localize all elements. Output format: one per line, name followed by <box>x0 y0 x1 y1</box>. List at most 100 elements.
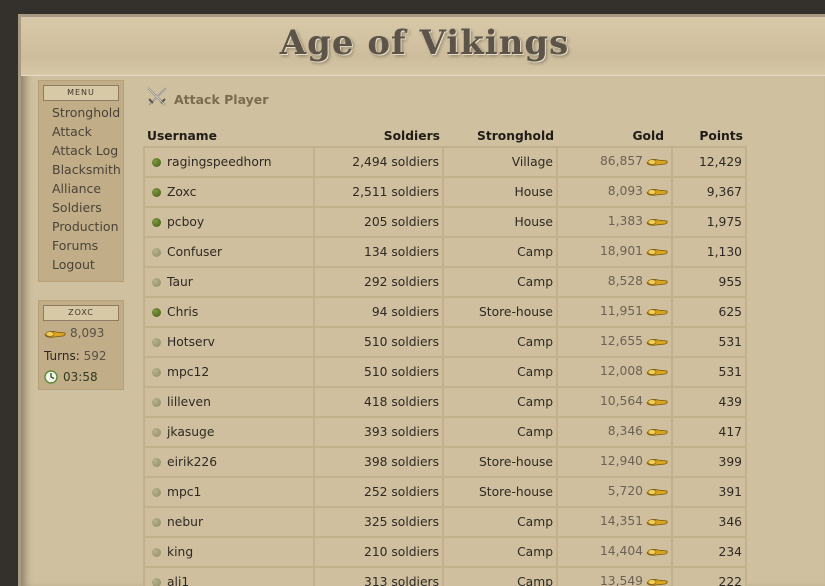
user-time: 03:58 <box>44 367 123 391</box>
table-row: eirik226 398 soldiers Store-house 12,940 399 <box>143 446 747 478</box>
player-cell: mpc1 <box>143 476 315 508</box>
gold-coins-icon <box>646 246 668 260</box>
gold-value: 12,008 <box>599 364 643 378</box>
points-cell: 234 <box>671 536 747 568</box>
menu-item-alliance[interactable]: Alliance <box>52 179 123 198</box>
player-username-link[interactable]: mpc12 <box>167 365 209 379</box>
player-username-link[interactable]: mpc1 <box>167 485 201 499</box>
column-points[interactable]: Points <box>672 126 746 147</box>
gold-coins-icon <box>646 576 668 586</box>
gold-value: 12,940 <box>599 454 643 468</box>
gold-value: 1,383 <box>607 214 643 228</box>
gold-value: 86,857 <box>599 154 643 168</box>
gold-cell: 8,528 <box>556 266 673 298</box>
stronghold-cell: Store-house <box>442 476 558 508</box>
stronghold-cell: Camp <box>442 326 558 358</box>
player-username-link[interactable]: jkasuge <box>167 425 214 439</box>
gold-coins-icon <box>646 156 668 170</box>
player-username-link[interactable]: Confuser <box>167 245 222 259</box>
gold-coins-icon <box>646 486 668 500</box>
player-username-link[interactable]: Taur <box>167 275 193 289</box>
player-username-link[interactable]: ragingspeedhorn <box>167 155 272 169</box>
player-cell: Confuser <box>143 236 315 268</box>
column-gold[interactable]: Gold <box>557 126 672 147</box>
soldiers-cell: 210 soldiers <box>313 536 444 568</box>
offline-status-icon <box>152 548 161 557</box>
player-cell: king <box>143 536 315 568</box>
soldiers-cell: 205 soldiers <box>313 206 444 238</box>
points-cell: 9,367 <box>671 176 747 208</box>
column-stronghold[interactable]: Stronghold <box>443 126 557 147</box>
points-cell: 391 <box>671 476 747 508</box>
attack-player-heading[interactable]: Attack Player <box>145 86 268 112</box>
online-status-icon <box>152 218 161 227</box>
stronghold-cell: Camp <box>442 566 558 586</box>
offline-status-icon <box>152 368 161 377</box>
gold-cell: 14,404 <box>556 536 673 568</box>
player-cell: pcboy <box>143 206 315 238</box>
stronghold-cell: Store-house <box>442 446 558 478</box>
player-username-link[interactable]: pcboy <box>167 215 204 229</box>
stronghold-cell: Camp <box>442 266 558 298</box>
player-cell: lilleven <box>143 386 315 418</box>
stronghold-cell: Camp <box>442 386 558 418</box>
player-username-link[interactable]: nebur <box>167 515 203 529</box>
soldiers-cell: 325 soldiers <box>313 506 444 538</box>
points-cell: 625 <box>671 296 747 328</box>
points-cell: 222 <box>671 566 747 586</box>
points-cell: 1,975 <box>671 206 747 238</box>
menu-item-forums[interactable]: Forums <box>52 236 123 255</box>
gold-cell: 14,351 <box>556 506 673 538</box>
menu-item-soldiers[interactable]: Soldiers <box>52 198 123 217</box>
gold-cell: 11,951 <box>556 296 673 328</box>
table-row: ragingspeedhorn 2,494 soldiers Village 86,8… <box>143 146 747 178</box>
player-username-link[interactable]: eirik226 <box>167 455 217 469</box>
player-username-link[interactable]: Hotserv <box>167 335 215 349</box>
gold-cell: 8,346 <box>556 416 673 448</box>
gold-coins-icon <box>646 276 668 290</box>
soldiers-cell: 2,511 soldiers <box>313 176 444 208</box>
stronghold-cell: Camp <box>442 536 558 568</box>
gold-coins-icon <box>646 456 668 470</box>
gold-value: 14,351 <box>599 514 643 528</box>
menu-item-attack[interactable]: Attack <box>52 122 123 141</box>
gold-coins-icon <box>646 306 668 320</box>
menu-item-logout[interactable]: Logout <box>52 255 123 274</box>
attack-player-title: Attack Player <box>174 91 269 107</box>
menu-item-stronghold[interactable]: Stronghold <box>52 103 123 122</box>
clock-icon <box>44 370 58 391</box>
menu-item-production[interactable]: Production <box>52 217 123 236</box>
soldiers-cell: 134 soldiers <box>313 236 444 268</box>
table-row: pcboy 205 soldiers House 1,383 1,975 <box>143 206 747 238</box>
online-status-icon <box>152 188 161 197</box>
gold-coins-icon <box>646 336 668 350</box>
table-row: Zoxc 2,511 soldiers House 8,093 9,367 <box>143 176 747 208</box>
stronghold-cell: Village <box>442 146 558 178</box>
column-username[interactable]: Username <box>144 126 314 147</box>
soldiers-cell: 510 soldiers <box>313 356 444 388</box>
player-username-link[interactable]: lilleven <box>167 395 211 409</box>
time-value: 03:58 <box>63 370 98 384</box>
user-gold: 8,093 <box>44 323 123 346</box>
player-username-link[interactable]: Chris <box>167 305 198 319</box>
soldiers-cell: 94 soldiers <box>313 296 444 328</box>
offline-status-icon <box>152 338 161 347</box>
player-username-link[interactable]: Zoxc <box>167 185 196 199</box>
gold-coins-icon <box>646 546 668 560</box>
online-status-icon <box>152 158 161 167</box>
menu-item-attack-log[interactable]: Attack Log <box>52 141 123 160</box>
menu-item-blacksmith[interactable]: Blacksmith <box>52 160 123 179</box>
gold-value: 13,549 <box>599 574 643 586</box>
table-header-row: Username Soldiers Stronghold Gold Points <box>144 126 746 147</box>
gold-value: 10,564 <box>599 394 643 408</box>
gold-cell: 1,383 <box>556 206 673 238</box>
soldiers-cell: 510 soldiers <box>313 326 444 358</box>
offline-status-icon <box>152 428 161 437</box>
soldiers-cell: 393 soldiers <box>313 416 444 448</box>
column-soldiers[interactable]: Soldiers <box>314 126 443 147</box>
game-frame: Age of Vikings MENU Stronghold Attack Atta… <box>18 14 825 586</box>
player-username-link[interactable]: king <box>167 545 193 559</box>
points-cell: 399 <box>671 446 747 478</box>
player-username-link[interactable]: ali1 <box>167 575 189 586</box>
points-cell: 531 <box>671 326 747 358</box>
